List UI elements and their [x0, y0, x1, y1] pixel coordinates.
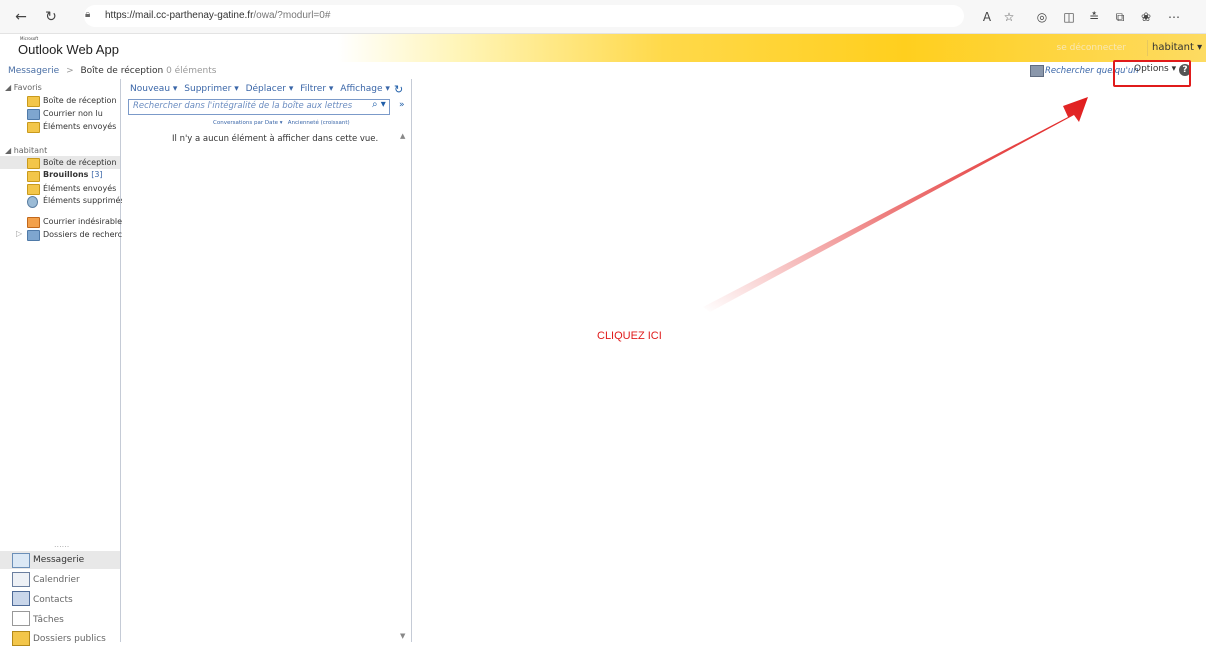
arrow-shape: [703, 97, 1088, 312]
annotation-arrow: [703, 97, 1088, 312]
annotation-label: CLIQUEZ ICI: [597, 330, 662, 342]
